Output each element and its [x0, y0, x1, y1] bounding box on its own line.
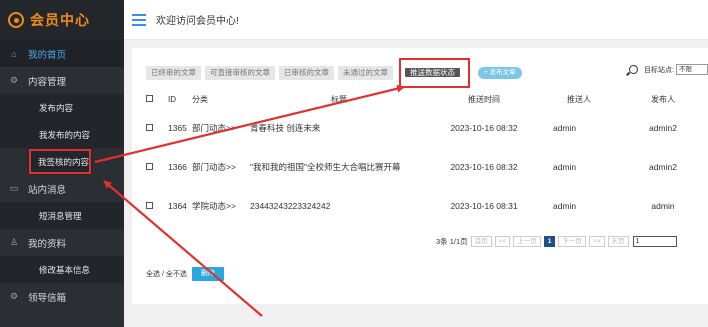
- tab-push-status[interactable]: 推送数据状态: [405, 68, 460, 77]
- cell-category: 学院动态>>: [192, 200, 236, 211]
- cell-publisher: admin2: [649, 161, 677, 172]
- tab-rejected[interactable]: 未通过的文章: [338, 66, 393, 80]
- user-icon: ♙: [9, 237, 19, 247]
- column-header-pusher: 推送人: [567, 94, 591, 104]
- brand: 会员中心: [0, 0, 124, 40]
- menu-toggle-icon[interactable]: [132, 13, 146, 26]
- site-select[interactable]: 不限: [676, 64, 708, 75]
- sidebar-subitem-my-approved[interactable]: 我签核的内容: [28, 148, 92, 175]
- message-icon: ▭: [9, 183, 19, 193]
- first-page-button[interactable]: 首页: [470, 236, 492, 247]
- cell-title-link[interactable]: 青春科技 创连未来: [250, 108, 428, 147]
- cell-pusher: admin: [553, 122, 577, 133]
- table-row: 1364 学院动态>> 23443243223324242 2023-10-16…: [146, 186, 708, 225]
- table-header-row: ID 分类 标题 推送时间 推送人 发布人: [146, 90, 708, 108]
- tab-reviewed[interactable]: 已审核的文章: [279, 66, 334, 80]
- sidebar-item-label: 我的资料: [28, 238, 67, 250]
- filter-toolbar: 已终审的文章 可直接审核的文章 已审核的文章 未通过的文章 推送数据状态 + 发…: [146, 58, 522, 88]
- prev-group-button[interactable]: <<: [494, 236, 511, 247]
- pagination-summary: 3条 1/1页: [436, 237, 468, 246]
- page-jump-input[interactable]: 1: [632, 236, 677, 247]
- sidebar-subitem-publish-content[interactable]: 发布内容: [0, 94, 124, 121]
- sidebar-item-profile[interactable]: ♙ 我的资料: [0, 229, 124, 256]
- cell-title-link[interactable]: "我和我的祖国"全校师生大合唱比赛开幕: [250, 147, 428, 186]
- push-status-highlight: 推送数据状态: [399, 58, 470, 88]
- brand-title: 会员中心: [30, 12, 90, 28]
- search-icon[interactable]: [629, 65, 639, 74]
- row-checkbox[interactable]: [146, 162, 153, 170]
- sidebar-item-content[interactable]: ⚙ 内容管理: [0, 67, 124, 94]
- sidebar-item-mailbox[interactable]: ⚙ 领导信箱: [0, 283, 124, 310]
- pagination: 3条 1/1页 首页 << 上一页 1 下一页 >> 末页 1: [436, 236, 677, 247]
- gear-icon: ⚙: [9, 75, 19, 85]
- row-checkbox[interactable]: [146, 123, 153, 131]
- sidebar-item-home[interactable]: ⌂ 我的首页: [0, 40, 124, 67]
- column-header-push-time: 推送时间: [468, 94, 500, 104]
- cell-id: 1364: [168, 200, 187, 211]
- welcome-text: 欢迎访问会员中心!: [156, 16, 239, 27]
- current-page-button[interactable]: 1: [543, 236, 556, 247]
- column-header-title: 标题: [331, 94, 347, 104]
- row-checkbox[interactable]: [146, 201, 153, 209]
- column-header-id: ID: [168, 94, 176, 104]
- cell-id: 1366: [168, 161, 187, 172]
- sidebar-subitem-edit-info[interactable]: 修改基本信息: [0, 256, 124, 283]
- cell-push-time: 2023-10-16 08:32: [450, 122, 518, 133]
- sidebar-item-label: 我的首页: [28, 49, 67, 61]
- column-header-category: 分类: [192, 94, 208, 104]
- cell-publisher: admin2: [649, 122, 677, 133]
- site-filter-label: 目标站点:: [644, 66, 674, 74]
- cell-pusher: admin: [553, 200, 577, 211]
- cell-push-time: 2023-10-16 08:31: [450, 200, 518, 211]
- tab-final-approved[interactable]: 已终审的文章: [146, 66, 201, 80]
- select-all-checkbox[interactable]: [146, 94, 153, 102]
- sidebar-item-label: 领导信箱: [28, 292, 67, 304]
- sidebar-subitem-sms[interactable]: 短消息管理: [0, 202, 124, 229]
- cell-category: 部门动态>>: [192, 161, 236, 172]
- cell-publisher: admin: [651, 200, 675, 211]
- sidebar-item-label: 内容管理: [28, 76, 67, 88]
- article-table: ID 分类 标题 推送时间 推送人 发布人 1365 部门动态>> 青春科技 创…: [146, 90, 708, 225]
- delete-button[interactable]: 删除: [191, 267, 224, 281]
- sidebar-item-messages[interactable]: ▭ 站内消息: [0, 175, 124, 202]
- sidebar-subitem-my-published[interactable]: 我发布的内容: [0, 121, 124, 148]
- brand-logo-icon: [8, 12, 24, 28]
- prev-page-button[interactable]: 上一页: [513, 236, 541, 247]
- publish-article-button[interactable]: + 发布文章: [478, 67, 522, 79]
- tab-direct-review[interactable]: 可直接审核的文章: [205, 66, 275, 80]
- cell-push-time: 2023-10-16 08:32: [450, 161, 518, 172]
- select-all-toggle[interactable]: 全选 / 全不选: [146, 269, 187, 279]
- content-panel: 已终审的文章 可直接审核的文章 已审核的文章 未通过的文章 推送数据状态 + 发…: [132, 48, 708, 304]
- bulk-actions: 全选 / 全不选 删除: [146, 267, 224, 281]
- table-row: 1366 部门动态>> "我和我的祖国"全校师生大合唱比赛开幕 2023-10-…: [146, 147, 708, 186]
- column-header-publisher: 发布人: [651, 94, 675, 104]
- next-page-button[interactable]: 下一页: [558, 236, 586, 247]
- cell-category: 部门动态>>: [192, 122, 236, 133]
- cell-title-link[interactable]: 23443243223324242: [250, 186, 428, 225]
- home-icon: ⌂: [11, 48, 17, 59]
- top-bar: 欢迎访问会员中心!: [124, 0, 708, 40]
- cell-id: 1365: [168, 122, 187, 133]
- sidebar-menu: ⌂ 我的首页 ⚙ 内容管理 发布内容 我发布的内容 我签核的内容 ▭ 站内消息 …: [0, 40, 124, 310]
- last-page-button[interactable]: 末页: [607, 236, 629, 247]
- table-row: 1365 部门动态>> 青春科技 创连未来 2023-10-16 08:32 a…: [146, 108, 708, 147]
- gear-icon: ⚙: [9, 291, 19, 301]
- site-filter: 目标站点: 不限: [629, 64, 708, 75]
- sidebar: 会员中心 ⌂ 我的首页 ⚙ 内容管理 发布内容 我发布的内容 我签核的内容 ▭ …: [0, 0, 124, 327]
- cell-pusher: admin: [553, 161, 577, 172]
- next-group-button[interactable]: >>: [588, 236, 605, 247]
- sidebar-item-label: 站内消息: [28, 184, 67, 196]
